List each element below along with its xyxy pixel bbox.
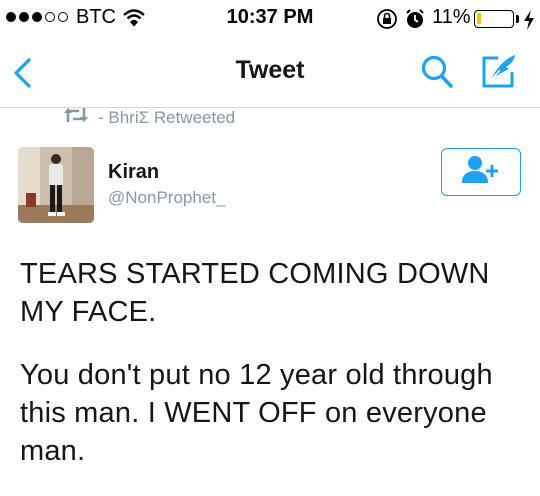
avatar[interactable] bbox=[18, 147, 94, 223]
status-bar: BTC 10:37 PM 11% bbox=[0, 0, 540, 38]
battery-nub bbox=[516, 15, 519, 23]
retweeted-by-label: - BhriΣ Retweeted bbox=[98, 107, 236, 127]
navigation-bar: Tweet bbox=[0, 38, 540, 108]
tweet-paragraph: TEARS STARTED COMING DOWN MY FACE. bbox=[20, 258, 490, 328]
page-title: Tweet bbox=[235, 56, 305, 84]
retweet-icon bbox=[62, 106, 90, 129]
alarm-icon bbox=[404, 8, 426, 35]
battery-percentage: 11% bbox=[432, 6, 471, 28]
follow-button[interactable] bbox=[441, 148, 521, 196]
battery-level bbox=[477, 13, 481, 24]
rotation-lock-icon bbox=[376, 8, 398, 35]
battery-icon bbox=[474, 10, 514, 28]
tweet-paragraph: You don't put no 12 year old through thi… bbox=[20, 359, 493, 467]
compose-icon[interactable] bbox=[478, 52, 520, 97]
author-name[interactable]: Kiran bbox=[108, 161, 159, 184]
add-user-icon bbox=[461, 153, 501, 192]
charging-bolt-icon bbox=[522, 9, 536, 36]
retweet-context: - BhriΣ Retweeted bbox=[62, 106, 235, 129]
author-handle[interactable]: @NonProphet_ bbox=[108, 188, 225, 208]
search-icon[interactable] bbox=[420, 54, 454, 95]
